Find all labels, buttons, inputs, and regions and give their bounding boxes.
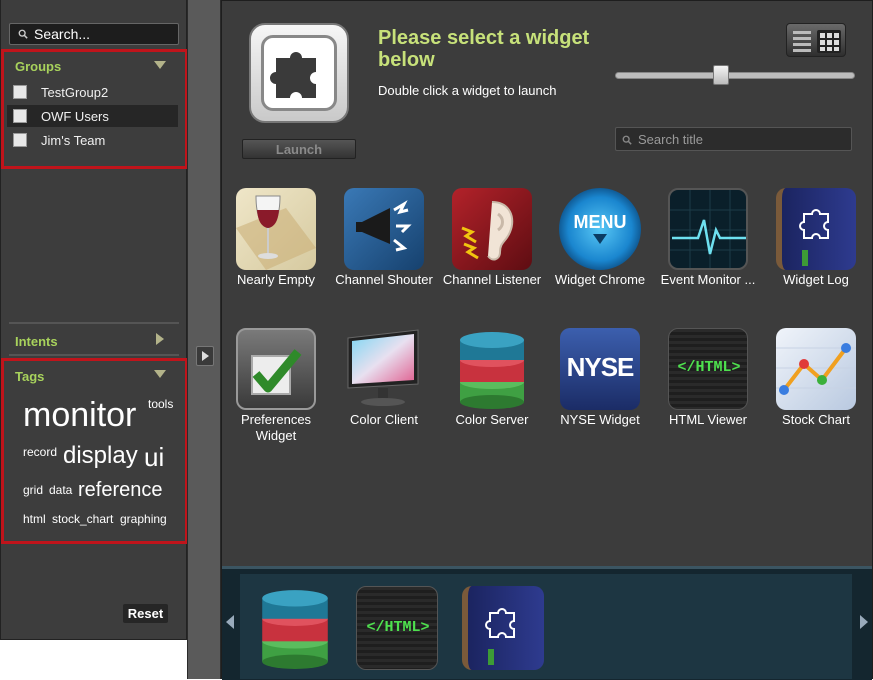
title-search-placeholder: Search title [638,131,704,147]
tag-graphing[interactable]: graphing [120,513,167,525]
page-subtitle: Double click a widget to launch [378,83,557,98]
database-stack-icon [262,590,328,669]
group-checkbox[interactable] [13,85,27,99]
widget-launcher-panel: Launch Please select a widget below Doub… [221,0,873,680]
widget-label: Channel Listener [442,272,542,287]
launch-dock: </HTML> [222,566,872,680]
tag-grid[interactable]: grid [23,484,43,496]
puzzle-icon [270,52,316,98]
widget-label: Event Monitor ... [660,272,756,287]
dock-item-color-server[interactable] [254,586,336,670]
collapse-sidebar-button[interactable] [196,346,214,366]
dock-item-widget-log[interactable] [462,586,544,670]
widget-label: Widget Chrome [554,272,646,287]
widget-html-viewer[interactable]: </HTML> HTML Viewer [658,328,758,428]
search-input[interactable]: Search... [9,23,179,45]
dock-scroll-right-icon[interactable] [860,615,868,629]
sidebar: Search... Groups TestGroup2 OWF Users Ji… [0,0,188,640]
widget-channel-listener[interactable]: Channel Listener [442,188,542,288]
puzzle-book-icon [485,608,515,665]
html-icon-text: </HTML> [366,619,430,636]
groups-header[interactable]: Groups [15,59,61,74]
wine-glass-icon [236,188,316,270]
intents-header[interactable]: Intents [15,334,58,349]
tag-reference[interactable]: reference [78,480,163,500]
group-label: TestGroup2 [41,84,109,100]
dock-scroll-left-icon[interactable] [226,615,234,629]
html-icon-text: </HTML> [677,359,741,376]
widget-label: Color Client [350,412,418,427]
zoom-slider-track[interactable] [615,72,855,79]
widget-channel-shouter[interactable]: Channel Shouter [334,188,434,288]
play-arrow-icon [202,351,209,361]
megaphone-icon [344,188,424,270]
widget-widget-chrome[interactable]: MENU Widget Chrome [550,188,650,288]
widget-preferences[interactable]: Preferences Widget [226,328,326,444]
tag-record[interactable]: record [23,446,57,458]
tags-header[interactable]: Tags [15,369,44,384]
page-title: Please select a widget below [378,27,590,71]
groups-collapse-icon[interactable] [154,61,166,69]
tag-data[interactable]: data [49,484,72,496]
tag-html[interactable]: html [23,513,46,525]
search-placeholder: Search... [34,26,91,42]
intents-expand-icon[interactable] [156,333,164,345]
reset-button[interactable]: Reset [123,604,168,623]
dock-item-html-viewer[interactable]: </HTML> [356,586,438,670]
heartbeat-monitor-icon [668,188,748,270]
widget-stock-chart[interactable]: Stock Chart [766,328,866,428]
menu-button-icon: MENU [559,188,641,270]
group-checkbox[interactable] [13,133,27,147]
selected-widget-preview [249,23,349,123]
widget-label: Stock Chart [782,412,850,427]
ear-icon [452,188,532,270]
widget-label: HTML Viewer [668,412,748,427]
widget-label: NYSE Widget [560,412,640,427]
sidebar-collapse-strip [187,0,221,679]
list-grid-icon [793,30,841,53]
group-item-owf-users[interactable]: OWF Users [7,105,178,127]
launch-button[interactable]: Launch [242,139,356,159]
widget-widget-log[interactable]: Widget Log [766,188,866,288]
tag-ui[interactable]: ui [144,444,164,470]
tag-monitor[interactable]: monitor [23,398,136,432]
widget-label: Widget Log [783,272,849,287]
widget-color-server[interactable]: Color Server [442,328,542,428]
tag-stock-chart[interactable]: stock_chart [52,513,113,525]
nyse-icon: NYSE [560,328,640,410]
monitor-screen-icon [344,328,424,410]
widget-label: Channel Shouter [335,272,433,287]
nyse-icon-text: NYSE [566,352,635,382]
search-icon [622,135,632,145]
zoom-slider-thumb[interactable] [713,65,729,85]
intents-divider [9,322,179,324]
widget-label: Nearly Empty [236,272,316,287]
widget-nearly-empty[interactable]: Nearly Empty [226,188,326,288]
tags-collapse-icon[interactable] [154,370,166,378]
html-code-icon: </HTML> [668,328,748,410]
tag-tools[interactable]: tools [148,398,173,410]
dock-tray: </HTML> [240,574,852,679]
tag-display[interactable]: display [63,444,138,468]
group-item-testgroup2[interactable]: TestGroup2 [7,81,178,103]
widget-event-monitor[interactable]: Event Monitor ... [658,188,758,288]
search-icon [18,29,28,39]
title-search-input[interactable]: Search title [615,127,852,151]
database-stack-icon [452,328,532,410]
view-toggle-button[interactable] [786,23,846,57]
group-label: Jim's Team [41,132,106,148]
puzzle-book-icon [776,188,856,270]
widget-color-client[interactable]: Color Client [334,328,434,428]
group-checkbox[interactable] [13,109,27,123]
group-item-jims-team[interactable]: Jim's Team [7,129,178,151]
line-chart-icon [776,328,856,410]
tags-divider [9,354,179,356]
widget-nyse[interactable]: NYSE NYSE Widget [550,328,650,428]
checkbox-check-icon [236,328,316,410]
widget-label: Color Server [455,412,529,427]
group-label: OWF Users [41,108,109,124]
widget-label: Preferences Widget [240,412,312,443]
